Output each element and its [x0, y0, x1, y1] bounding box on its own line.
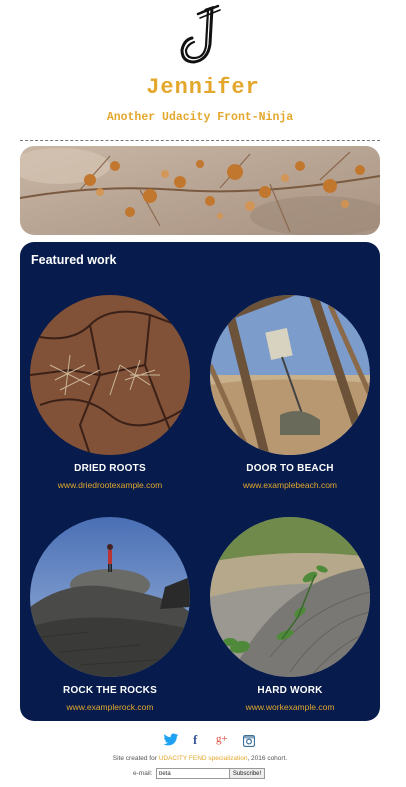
- project-link[interactable]: www.driedrootexample.com: [30, 480, 190, 490]
- facebook-icon[interactable]: f: [193, 732, 197, 748]
- site-tagline: Another Udacity Front-Ninja: [106, 111, 294, 124]
- project-title: DOOR TO BEACH: [246, 463, 334, 474]
- door-frame-beach-image[interactable]: [210, 295, 370, 455]
- project-link[interactable]: www.examplebeach.com: [210, 480, 370, 490]
- project-title: HARD WORK: [257, 685, 323, 696]
- project-link[interactable]: www.examplerock.com: [30, 702, 190, 712]
- email-label: e-mail:: [133, 770, 153, 777]
- project-card-door-to-beach[interactable]: DOOR TO BEACH www.examplebeach.com: [210, 295, 370, 490]
- hero-banner-image: [20, 146, 380, 235]
- subscribe-button[interactable]: Subscribe!: [229, 768, 265, 779]
- email-field[interactable]: [156, 768, 230, 779]
- project-card-rock-the-rocks[interactable]: ROCK THE ROCKS www.examplerock.com: [30, 517, 190, 712]
- project-title: DRIED ROOTS: [74, 463, 146, 474]
- logo-icon: [176, 4, 224, 68]
- social-links: f g+: [0, 732, 406, 752]
- header-divider: [20, 140, 380, 141]
- site-title: Jennifer: [146, 75, 260, 100]
- featured-work-title: Featured work: [31, 253, 117, 267]
- project-link[interactable]: www.workexample.com: [210, 702, 370, 712]
- person-on-rock-image[interactable]: [30, 517, 190, 677]
- credit-prefix: Site created for: [112, 755, 157, 762]
- featured-work-section: Featured work DRIED ROOTS www.driedroote…: [20, 242, 380, 721]
- google-plus-icon[interactable]: g+: [216, 733, 228, 745]
- instagram-icon[interactable]: [242, 734, 256, 752]
- project-card-dried-roots[interactable]: DRIED ROOTS www.driedrootexample.com: [30, 295, 190, 490]
- project-title: ROCK THE ROCKS: [63, 685, 157, 696]
- footer-credit: Site created for UDACITY FEND specializa…: [0, 755, 400, 762]
- plant-sprout-image[interactable]: [210, 517, 370, 677]
- credit-link[interactable]: UDACITY FEND specialization: [159, 755, 248, 762]
- credit-suffix: , 2016 cohort.: [247, 755, 288, 762]
- twitter-icon[interactable]: [163, 733, 179, 752]
- project-card-hard-work[interactable]: HARD WORK www.workexample.com: [210, 517, 370, 712]
- cracked-earth-image[interactable]: [30, 295, 190, 455]
